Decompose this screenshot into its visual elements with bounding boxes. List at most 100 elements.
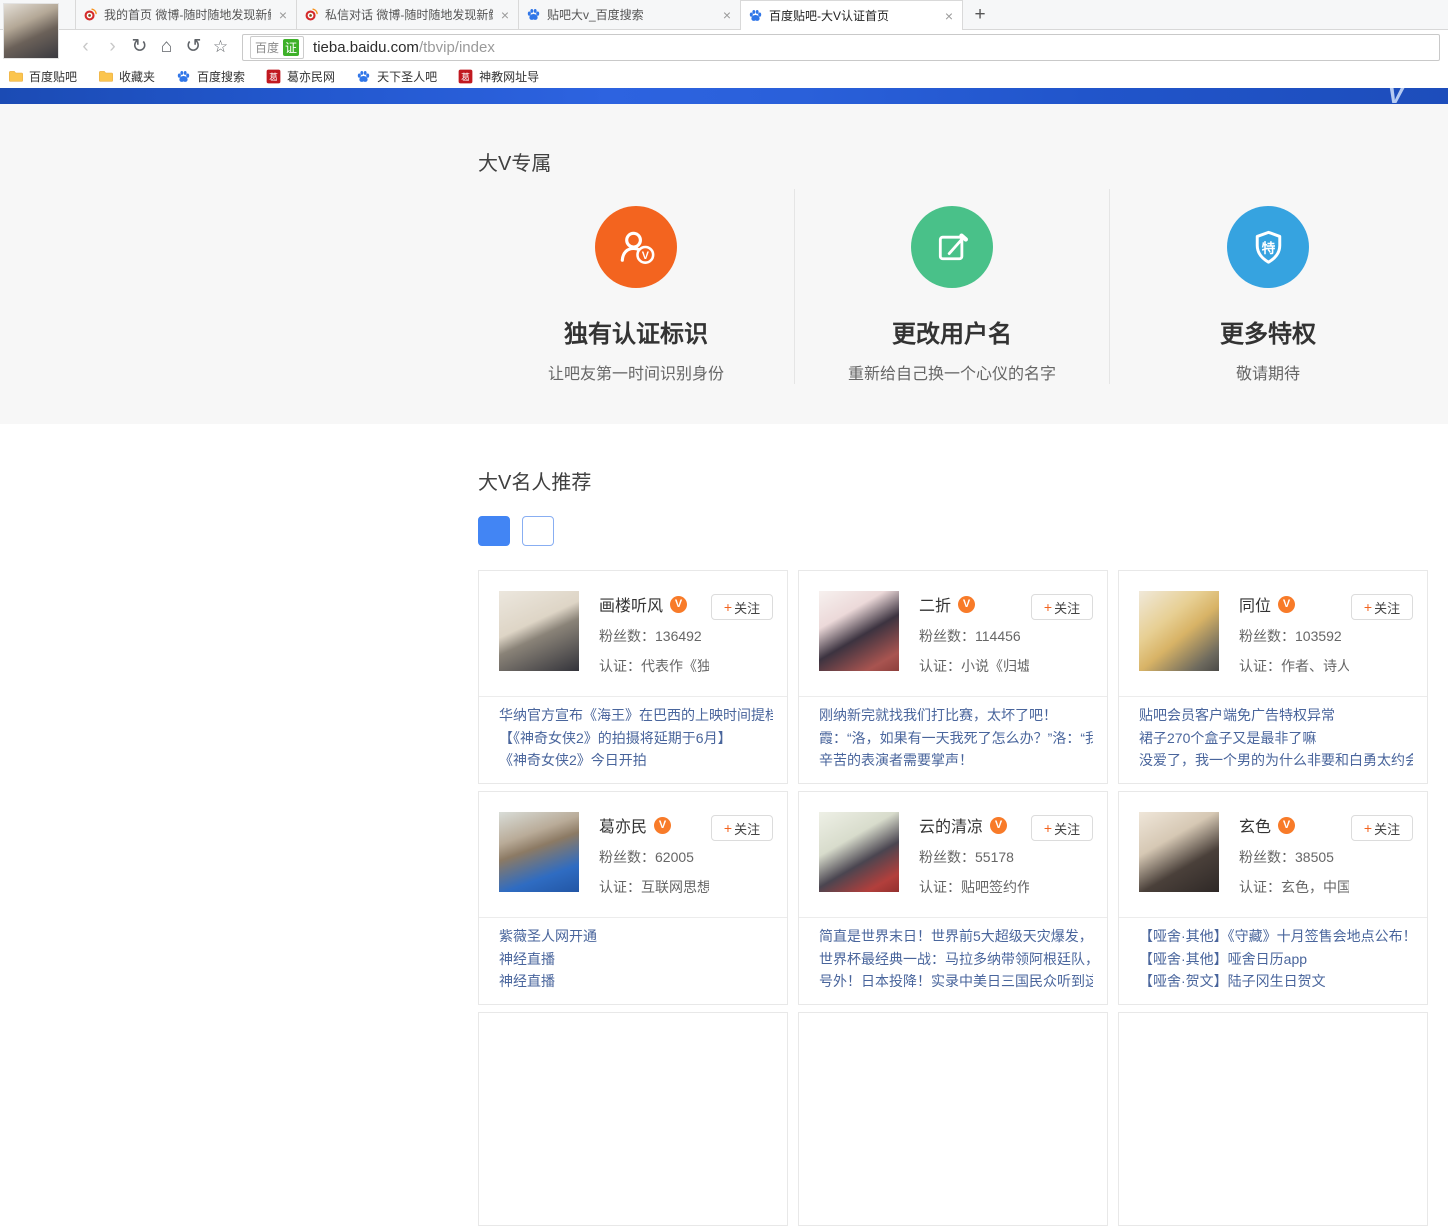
post-link[interactable]: 辛苦的表演者需要掌声！ xyxy=(819,749,1093,772)
plus-icon: + xyxy=(1364,599,1372,615)
favorite-star-icon[interactable]: ☆ xyxy=(207,32,234,62)
fans-label: 粉丝数： xyxy=(599,849,655,865)
tab-close-icon[interactable]: × xyxy=(721,7,733,23)
avatar-chibi-character-red-coat[interactable] xyxy=(819,812,899,892)
tab-close-icon[interactable]: × xyxy=(499,7,511,23)
post-link[interactable]: 【哑舍·其他】《守藏》十月签售会地点公布！ xyxy=(1139,925,1413,948)
post-link[interactable]: 【《神奇女侠2》的拍摄将延期于6月】 xyxy=(499,727,773,750)
browser-tab[interactable]: 百度贴吧-大V认证首页 × xyxy=(741,0,963,30)
post-link[interactable]: 【哑舍·贺文】陆子冈生日贺文 xyxy=(1139,970,1413,993)
fans-count: 粉丝数：55178 xyxy=(919,847,1029,867)
follow-button[interactable]: + 关注 xyxy=(1351,815,1413,841)
undo-button[interactable]: ↺ xyxy=(180,32,207,62)
celeb-card: 葛亦民 V 粉丝数：62005 认证：互联网思想家活动家，... + 关注 紫薇… xyxy=(478,791,788,1005)
feature-icon-circle xyxy=(911,206,993,288)
post-list: 简直是世界末日！世界前5大超级天灾爆发，灾...世界杯最经典一战：马拉多纳带领阿… xyxy=(819,925,1093,993)
avatar-man-blue-polo-photo[interactable] xyxy=(499,812,579,892)
follow-button[interactable]: + 关注 xyxy=(711,815,773,841)
fans-label: 粉丝数： xyxy=(1239,628,1295,644)
filter-button[interactable] xyxy=(478,516,510,546)
celeb-name-link[interactable]: 葛亦民 xyxy=(599,813,647,837)
fans-value: 55178 xyxy=(975,849,1014,865)
celebs-section: 大V名人推荐 画楼听风 V 粉丝数：136492 认证：代表作《独揽九天》等 +… xyxy=(0,424,1448,1226)
post-link[interactable]: 霞：“洛，如果有一天我死了怎么办？”洛：“我会... xyxy=(819,727,1093,750)
feature-icon-circle: 特 xyxy=(1227,206,1309,288)
back-button[interactable]: ‹ xyxy=(72,32,99,62)
celeb-name-link[interactable]: 二折 xyxy=(919,592,951,616)
plus-icon: + xyxy=(724,599,732,615)
url-host: tieba.baidu.com xyxy=(313,39,419,56)
forward-button[interactable]: › xyxy=(99,32,126,62)
celeb-name-link[interactable]: 云的清凉 xyxy=(919,813,983,837)
post-list: 紫薇圣人网开通神经直播神经直播 xyxy=(499,925,773,993)
bookmark-label: 神教网址导 xyxy=(479,68,539,85)
baidu-icon xyxy=(356,68,372,84)
feature-title: 更改用户名 xyxy=(795,314,1109,349)
browser-tab[interactable]: 私信对话 微博-随时随地发现新鲜事 × xyxy=(297,0,519,29)
avatar-anime-boy-blonde[interactable] xyxy=(1139,591,1219,671)
follow-button[interactable]: + 关注 xyxy=(1031,815,1093,841)
bookmark-item[interactable]: 百度贴吧 xyxy=(8,68,77,85)
celeb-card: 玄色 V 粉丝数：38505 认证：玄色，中国百万级青春... + 关注 【哑舍… xyxy=(1118,791,1428,1005)
tab-close-icon[interactable]: × xyxy=(277,7,289,23)
celebs-title: 大V名人推荐 xyxy=(478,424,1428,495)
baidu-icon xyxy=(176,68,192,84)
feature-title: 独有认证标识 xyxy=(478,314,794,349)
celeb-name-link[interactable]: 同位 xyxy=(1239,592,1271,616)
bookmark-item[interactable]: 葛 神教网址导 xyxy=(458,68,539,85)
ge-icon: 葛 xyxy=(458,68,474,84)
tab-close-icon[interactable]: × xyxy=(943,8,955,24)
post-link[interactable]: 贴吧会员客户端免广告特权异常 xyxy=(1139,704,1413,727)
post-link[interactable]: 神经直播 xyxy=(499,970,773,993)
new-tab-button[interactable]: + xyxy=(963,0,997,29)
post-link[interactable]: 神经直播 xyxy=(499,948,773,971)
bookmark-item[interactable]: 葛 葛亦民网 xyxy=(266,68,335,85)
cert-info: 认证：贴吧签约作家：云的清... xyxy=(919,877,1029,897)
follow-button[interactable]: + 关注 xyxy=(711,594,773,620)
post-link[interactable]: 简直是世界末日！世界前5大超级天灾爆发，灾... xyxy=(819,925,1093,948)
avatar-anime-girl-black-hair-kimono[interactable] xyxy=(819,591,899,671)
url-bar[interactable]: 百度 证 tieba.baidu.com /tbvip/index xyxy=(242,34,1440,61)
follow-button[interactable]: + 关注 xyxy=(1351,594,1413,620)
bookmark-item[interactable]: 百度搜索 xyxy=(176,68,245,85)
celeb-name-link[interactable]: 玄色 xyxy=(1239,813,1271,837)
post-link[interactable]: 号外！日本投降！实录中美日三国民众听到这个... xyxy=(819,970,1093,993)
post-link[interactable]: 【哑舍·其他】哑舍日历app xyxy=(1139,948,1413,971)
fans-value: 136492 xyxy=(655,628,702,644)
divider xyxy=(479,696,787,697)
bookmark-item[interactable]: 天下圣人吧 xyxy=(356,68,437,85)
post-link[interactable]: 华纳官方宣布《海王》在巴西的上映时间提档至... xyxy=(499,704,773,727)
avatar-cartoon-man-cap-glasses[interactable] xyxy=(499,591,579,671)
divider xyxy=(1119,917,1427,918)
browser-tab[interactable]: 贴吧大v_百度搜索 × xyxy=(519,0,741,29)
tab-title: 贴吧大v_百度搜索 xyxy=(547,6,715,23)
cert-value: 贴吧签约作家：云的清... xyxy=(961,879,1029,895)
refresh-button[interactable]: ↻ xyxy=(126,32,153,62)
plus-icon: + xyxy=(1044,820,1052,836)
celeb-name-link[interactable]: 画楼听风 xyxy=(599,592,663,616)
name-row: 云的清凉 V xyxy=(919,813,1029,837)
post-link[interactable]: 没爱了，我一个男的为什么非要和白勇太约会? xyxy=(1139,749,1413,772)
card-info: 画楼听风 V 粉丝数：136492 认证：代表作《独揽九天》等 xyxy=(599,571,787,676)
post-list: 贴吧会员客户端免广告特权异常裙子270个盒子又是最非了嘛没爱了，我一个男的为什么… xyxy=(1139,704,1413,772)
plus-icon: + xyxy=(1044,599,1052,615)
bookmark-item[interactable]: 收藏夹 xyxy=(98,68,155,85)
avatar-woman-long-hair-glasses-photo[interactable] xyxy=(1139,812,1219,892)
plus-icon: + xyxy=(1364,820,1372,836)
cert-label: 认证： xyxy=(1239,658,1281,674)
post-link[interactable]: 刚纳新完就找我们打比赛，太坏了吧！ xyxy=(819,704,1093,727)
post-link[interactable]: 《神奇女侠2》今日开拍 xyxy=(499,749,773,772)
card-info: 同位 V 粉丝数：103592 认证：作者、诗人。广州市青... xyxy=(1239,571,1427,676)
post-link[interactable]: 裙子270个盒子又是最非了嘛 xyxy=(1139,727,1413,750)
browser-chrome: 我的首页 微博-随时随地发现新鲜事 × 私信对话 微博-随时随地发现新鲜事 × … xyxy=(0,0,1448,88)
browser-tab[interactable]: 我的首页 微博-随时随地发现新鲜事 × xyxy=(75,0,297,29)
home-button[interactable]: ⌂ xyxy=(153,32,180,62)
post-link[interactable]: 紫薇圣人网开通 xyxy=(499,925,773,948)
profile-avatar[interactable] xyxy=(3,3,59,59)
filter-button[interactable] xyxy=(522,516,554,546)
post-link[interactable]: 世界杯最经典一战：马拉多纳带领阿根廷队，为... xyxy=(819,948,1093,971)
follow-button[interactable]: + 关注 xyxy=(1031,594,1093,620)
celeb-card: 同位 V 粉丝数：103592 认证：作者、诗人。广州市青... + 关注 贴吧… xyxy=(1118,570,1428,784)
site-cert-badge[interactable]: 百度 证 xyxy=(250,36,304,59)
fans-label: 粉丝数： xyxy=(599,628,655,644)
